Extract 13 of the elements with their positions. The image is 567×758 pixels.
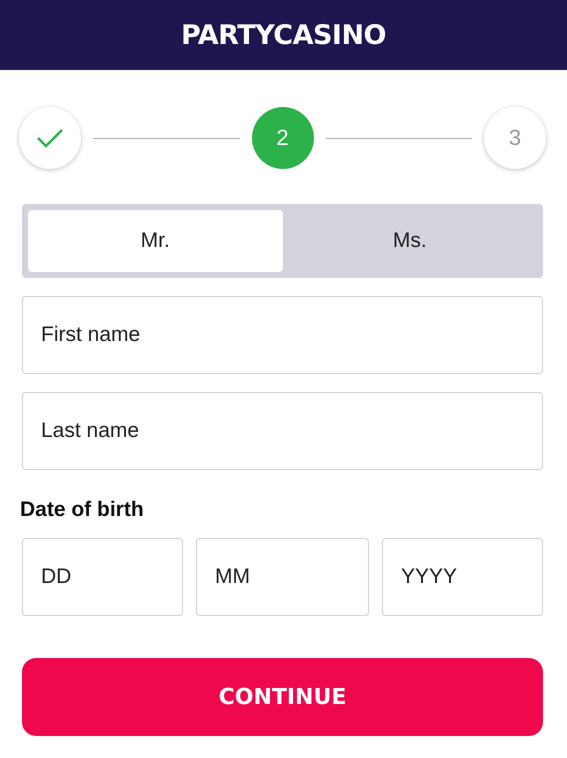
upcoming-step: 3 bbox=[484, 107, 546, 169]
date-of-birth-label: Date of birth bbox=[20, 498, 145, 522]
salutation-option[interactable]: Mr. bbox=[28, 210, 282, 272]
check-icon bbox=[36, 127, 64, 149]
date-field[interactable]: DD bbox=[22, 538, 183, 616]
date-field[interactable]: MM bbox=[196, 538, 369, 616]
salutation-option[interactable]: Ms. bbox=[282, 210, 537, 272]
logo: PARTYCASINO bbox=[180, 20, 386, 50]
current-step: 2 bbox=[252, 107, 314, 169]
date-field[interactable]: YYYY bbox=[382, 538, 543, 616]
name-field[interactable]: First name bbox=[22, 296, 543, 374]
continue-button[interactable]: CONTINUE bbox=[22, 658, 543, 736]
name-field[interactable]: Last name bbox=[22, 392, 543, 470]
